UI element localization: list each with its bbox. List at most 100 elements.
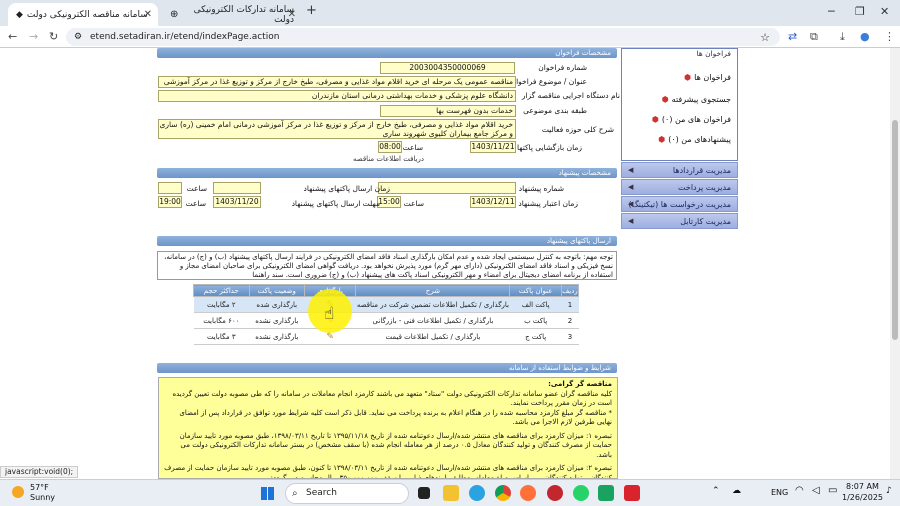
open-date-field: 1403/11/21 xyxy=(470,141,516,153)
chevron-left-icon: ◀ xyxy=(628,200,634,208)
minimize-icon[interactable]: ─ xyxy=(828,5,835,18)
opera-icon[interactable] xyxy=(547,485,563,501)
windows-taskbar: 57°F Sunny ⌕ Search ⌃ ☁ ENG ◠ ◁ ▭ 8:07 A… xyxy=(0,479,900,506)
packages-header: ارسال پاکتهای پیشنهاد xyxy=(157,236,617,246)
site-info-icon[interactable]: ⚙ xyxy=(74,32,82,42)
validity-time-field: 15:00 xyxy=(377,196,401,208)
deadline-time-field: 19:00 xyxy=(158,196,182,208)
validity-date-field: 1403/12/11 xyxy=(470,196,516,208)
bookmark-star-icon[interactable]: ☆ xyxy=(760,31,770,44)
firefox-icon[interactable] xyxy=(520,485,536,501)
page-content: مشخصات فراخوان شماره فراخوان 20030043500… xyxy=(0,48,900,479)
task-view-icon[interactable] xyxy=(418,487,430,499)
col-desc: شرح xyxy=(355,284,511,297)
tender-desc-field: خرید اقلام مواد غذایی و مصرفی، طبخ خارج … xyxy=(158,119,516,139)
camtasia-icon[interactable] xyxy=(598,485,614,501)
table-row[interactable]: 2 پاکت ب بارگذاری / تکمیل اطلاعات فنی - … xyxy=(193,312,579,329)
open-date-label: زمان بازگشایی پاکتها xyxy=(516,143,582,152)
wifi-icon[interactable]: ◠ xyxy=(795,485,804,496)
telegram-icon[interactable] xyxy=(469,485,485,501)
scrollbar-thumb[interactable] xyxy=(892,120,898,340)
close-tab-icon[interactable]: ✕ xyxy=(144,9,152,20)
clock-date[interactable]: 1/26/2025 xyxy=(842,493,883,502)
menu-cartable[interactable]: ◀ مدیریت کارتابل xyxy=(621,213,738,229)
search-label: Search xyxy=(306,488,337,498)
menu-label: مدیریت قراردادها xyxy=(672,166,731,175)
tender-docs-link[interactable]: دریافت اطلاعات مناقصه xyxy=(353,155,424,163)
tag-icon: ⬢ xyxy=(684,73,692,82)
file-explorer-icon[interactable] xyxy=(443,485,459,501)
upload-icon[interactable]: ✎ xyxy=(326,332,334,342)
row-desc[interactable]: بارگذاری / تکمیل اطلاعات فنی - بازرگانی xyxy=(355,312,510,329)
row-desc[interactable]: بارگذاری / تکمیل اطلاعات تضمین شرکت در م… xyxy=(355,296,510,313)
menu-label: مدیریت درخواست ها (تیکتینگ) xyxy=(628,200,731,209)
recorder-icon[interactable] xyxy=(624,485,640,501)
notification-bell-icon[interactable]: ♪ xyxy=(886,486,892,496)
tender-title-label: عنوان / موضوع فراخوان xyxy=(510,77,587,86)
tag-icon: ⬢ xyxy=(658,135,666,144)
globe-icon: ⊕ xyxy=(170,9,179,20)
row-status: بارگذاری نشده xyxy=(249,328,305,345)
terms-header: شرایط و ضوابط استفاده از سامانه xyxy=(157,363,617,373)
row-max: ۳ مگابایت xyxy=(193,328,250,345)
col-name: عنوان پاکت xyxy=(509,284,562,297)
language-indicator[interactable]: ENG xyxy=(771,488,788,497)
clock-time[interactable]: 8:07 AM xyxy=(846,482,879,491)
menu-payments[interactable]: ◀ مدیریت پرداخت xyxy=(621,179,738,195)
start-icon[interactable] xyxy=(261,487,274,500)
hand-cursor-icon: ☝ xyxy=(324,304,335,324)
row-desc[interactable]: بارگذاری / تکمیل اطلاعات قیمت xyxy=(355,328,510,345)
tender-category-field: خدمات بدون فهرست بها xyxy=(380,105,516,117)
forward-icon[interactable]: → xyxy=(29,30,38,43)
deadline-time-label: ساعت xyxy=(185,199,206,208)
new-tab-icon[interactable]: + xyxy=(306,3,317,18)
onedrive-icon[interactable]: ☁ xyxy=(732,486,741,496)
taskbar-search[interactable]: ⌕ Search xyxy=(285,483,409,504)
packages-table: ردیف عنوان پاکت شرح بارگذاری وضعیت پاکت … xyxy=(193,284,580,345)
table-row[interactable]: 1 پاکت الف بارگذاری / تکمیل اطلاعات تضمی… xyxy=(193,296,579,313)
more-menu-icon[interactable]: ⋮ xyxy=(884,30,895,43)
close-window-icon[interactable]: ✕ xyxy=(880,5,889,18)
url-text: etend.setadiran.ir/etend/indexPage.actio… xyxy=(90,32,280,42)
whatsapp-icon[interactable] xyxy=(573,485,589,501)
close-tab-icon[interactable]: ✕ xyxy=(288,9,296,20)
proposal-info-header: مشخصات پیشنهاد xyxy=(157,168,617,178)
tab-procurement[interactable]: ⊕ سامانه تدارکات الکترونیکی دولت ✕ xyxy=(162,3,302,26)
validity-label: زمان اعتبار پیشنهاد xyxy=(518,199,578,208)
terms-line: * مناقصه گر مبلغ کارمزد محاسبه شده را در… xyxy=(179,408,612,427)
sidebar-item-my-proposals[interactable]: پیشنهادهای من (۰) ⬢ xyxy=(658,135,731,144)
weather-desc: Sunny xyxy=(30,493,56,502)
row-max: ۲ مگابایت xyxy=(193,296,250,313)
profile-icon[interactable]: ● xyxy=(860,30,870,43)
row-name: پاکت الف xyxy=(509,296,562,313)
chrome-icon[interactable] xyxy=(495,485,511,501)
volume-icon[interactable]: ◁ xyxy=(812,485,820,496)
tender-number-field: 2003004350000069 xyxy=(380,62,515,74)
extensions-icon[interactable]: ⧉ xyxy=(810,30,818,44)
table-row[interactable]: 3 پاکت ج بارگذاری / تکمیل اطلاعات قیمت ✎… xyxy=(193,328,579,345)
sidebar-item-tenders[interactable]: فراخوان ها ⬢ xyxy=(684,73,731,82)
menu-contracts[interactable]: ◀ مدیریت قراردادها xyxy=(621,162,738,178)
maximize-icon[interactable]: ❐ xyxy=(855,5,865,18)
translate-icon[interactable]: ⇄ xyxy=(788,30,797,43)
sidebar-item-my-tenders[interactable]: فراخوان های من (۰) ⬢ xyxy=(652,115,731,124)
page-scrollbar[interactable] xyxy=(890,48,900,479)
status-url: javascript:void(0); xyxy=(0,466,79,478)
address-bar[interactable]: ⚙ etend.setadiran.ir/etend/indexPage.act… xyxy=(66,28,780,46)
download-icon[interactable]: ⤓ xyxy=(840,30,845,44)
menu-tickets[interactable]: ◀ مدیریت درخواست ها (تیکتینگ) xyxy=(621,196,738,212)
open-time-label: ساعت xyxy=(402,143,423,152)
col-index: ردیف xyxy=(560,284,580,297)
battery-icon[interactable]: ▭ xyxy=(828,485,837,496)
tag-icon: ⬢ xyxy=(661,95,669,104)
reload-icon[interactable]: ↻ xyxy=(49,30,58,43)
menu-label: مدیریت کارتابل xyxy=(680,217,731,226)
sidebar-item-label: پیشنهادهای من (۰) xyxy=(668,135,731,144)
tab-tender[interactable]: ◆ سامانه مناقصه الکترونیکی دولت ✕ xyxy=(8,3,158,26)
tray-chevron-icon[interactable]: ⌃ xyxy=(712,486,720,496)
sidebar-item-advanced-search[interactable]: جستجوی پیشرفته ⬢ xyxy=(662,95,731,104)
back-icon[interactable]: ← xyxy=(8,30,17,43)
chevron-left-icon: ◀ xyxy=(628,166,634,174)
tab-title: سامانه مناقصه الکترونیکی دولت xyxy=(26,9,148,20)
weather-sun-icon[interactable] xyxy=(12,486,24,498)
